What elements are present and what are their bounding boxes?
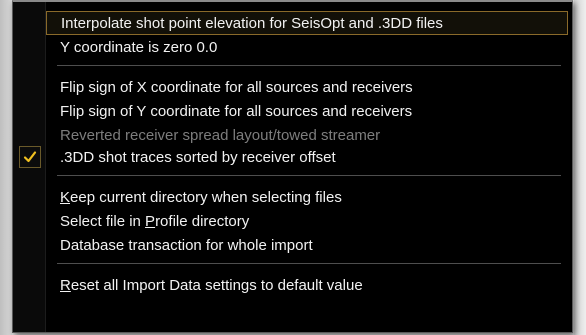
menu-item-label: Flip sign of X coordinate for all source… bbox=[60, 78, 413, 96]
menu-item-label: Reset all Import Data settings to defaul… bbox=[60, 276, 363, 294]
menu-item-interpolate-shot-point-elevation[interactable]: Interpolate shot point elevation for Sei… bbox=[46, 11, 568, 35]
menu-item-label: Flip sign of Y coordinate for all source… bbox=[60, 102, 413, 120]
menu-item-label: .3DD shot traces sorted by receiver offs… bbox=[60, 148, 336, 166]
menu-item-reverted-receiver-spread: Reverted receiver spread layout/towed st… bbox=[46, 123, 568, 147]
menu-item-y-coordinate-zero[interactable]: Y coordinate is zero 0.0 bbox=[46, 35, 568, 59]
menu-separator bbox=[57, 175, 561, 176]
menu-item-label: Y coordinate is zero 0.0 bbox=[60, 38, 218, 56]
menu-separator bbox=[57, 263, 561, 264]
menu-separator bbox=[57, 65, 561, 66]
accelerator-key: K bbox=[60, 188, 71, 206]
menu-item-database-transaction[interactable]: Database transaction for whole import bbox=[46, 233, 568, 257]
menu-item-keep-current-directory[interactable]: Keep current directory when selecting fi… bbox=[46, 185, 568, 209]
menu-item-flip-y-sign[interactable]: Flip sign of Y coordinate for all source… bbox=[46, 99, 568, 123]
background-window-right bbox=[574, 0, 586, 335]
background-window-left bbox=[0, 0, 12, 335]
menu-item-reset-import-settings[interactable]: Reset all Import Data settings to defaul… bbox=[46, 273, 568, 297]
menu-item-flip-x-sign[interactable]: Flip sign of X coordinate for all source… bbox=[46, 75, 568, 99]
menu-item-label: Interpolate shot point elevation for Sei… bbox=[61, 14, 443, 32]
context-menu: Interpolate shot point elevation for Sei… bbox=[12, 0, 573, 333]
menu-item-label: Keep current directory when selecting fi… bbox=[60, 188, 342, 206]
menu-item-select-file-profile-directory[interactable]: Select file in Profile directory bbox=[46, 209, 568, 233]
accelerator-key: R bbox=[60, 276, 71, 294]
menu-item-3dd-shot-traces-sorted[interactable]: .3DD shot traces sorted by receiver offs… bbox=[46, 145, 568, 169]
checkmark-box bbox=[19, 146, 41, 168]
screen: Interpolate shot point elevation for Sei… bbox=[0, 0, 586, 335]
accelerator-key: P bbox=[145, 212, 156, 230]
checkmark-icon bbox=[23, 151, 37, 163]
menu-item-label: Select file in Profile directory bbox=[60, 212, 250, 230]
menu-item-label: Database transaction for whole import bbox=[60, 236, 313, 254]
menu-item-label: Reverted receiver spread layout/towed st… bbox=[60, 126, 381, 144]
